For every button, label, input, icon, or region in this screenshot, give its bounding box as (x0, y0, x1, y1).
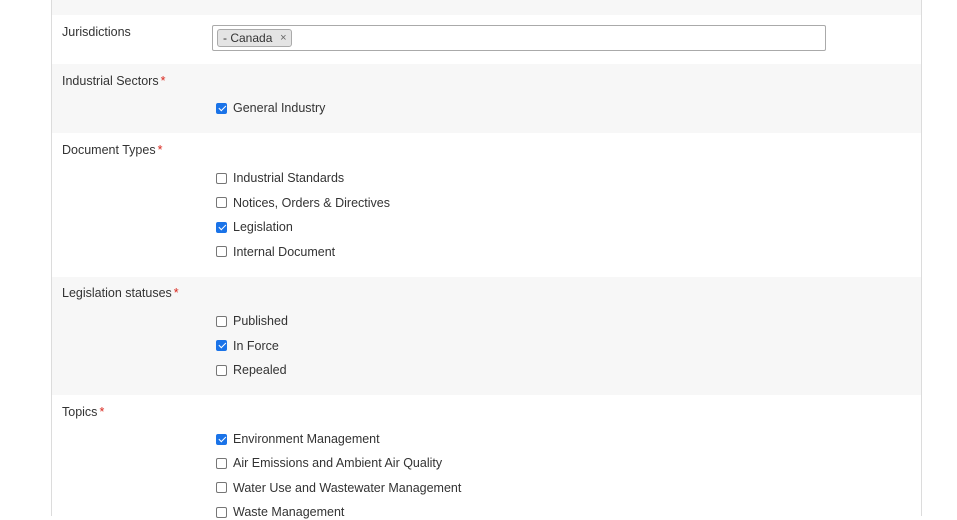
remove-tag-icon[interactable]: × (278, 33, 288, 44)
checkbox-label: Industrial Standards (233, 171, 345, 185)
legislation-statuses-label: Legislation statuses * (62, 286, 179, 300)
required-marker: * (160, 74, 166, 88)
checkbox-label: Internal Document (233, 244, 336, 259)
checkbox[interactable] (216, 315, 227, 327)
jurisdictions-select[interactable]: - Canada × (212, 25, 826, 51)
industrial-sectors-row: Industrial Sectors * General Industry (52, 64, 921, 133)
checkbox-label: Environment Management (233, 432, 380, 446)
industrial-sectors-label: Industrial Sectors * (62, 74, 166, 88)
checkbox-option[interactable]: Published (216, 313, 288, 329)
checkbox-option[interactable]: Air Emissions and Ambient Air Quality (216, 455, 442, 471)
checkbox-label: Repealed (233, 363, 287, 378)
checkbox-option[interactable]: Waste Management (216, 504, 344, 520)
checkbox-label: Water Use and Wastewater Management (233, 480, 462, 495)
checkbox[interactable] (216, 457, 227, 469)
checkbox-option[interactable]: Environment Management (216, 431, 380, 447)
checkbox-label: Published (233, 314, 288, 328)
checkbox-label: Notices, Orders & Directives (233, 195, 390, 210)
document-filter-form: Jurisdictions - Canada × Industrial Sect… (51, 0, 922, 519)
checkbox-label: In Force (233, 338, 279, 353)
checkbox[interactable] (216, 172, 227, 184)
checkbox-label: Waste Management (233, 505, 345, 520)
checkbox[interactable] (216, 221, 227, 233)
required-marker: * (173, 286, 179, 300)
jurisdictions-row: Jurisdictions - Canada × (52, 15, 921, 64)
document-types-row: Document Types * Industrial Standards Noti… (52, 133, 921, 277)
topics-label: Topics * (62, 405, 105, 419)
checkbox[interactable] (216, 364, 227, 376)
checkbox-option[interactable]: Legislation (216, 219, 293, 235)
jurisdictions-label: Jurisdictions (62, 25, 131, 39)
legislation-statuses-row: Legislation statuses * Published In Force R… (52, 277, 921, 395)
checkbox[interactable] (216, 482, 227, 494)
checkbox-option[interactable]: In Force (216, 338, 279, 354)
checkbox[interactable] (216, 433, 227, 445)
jurisdiction-tag: - Canada × (217, 29, 293, 47)
jurisdiction-tag-label: - Canada (223, 31, 273, 45)
required-marker: * (157, 143, 163, 157)
checkbox-label: General Industry (233, 101, 326, 115)
checkbox-option[interactable]: General Industry (216, 100, 325, 116)
previous-row (52, 0, 921, 15)
checkbox-option[interactable]: Notices, Orders & Directives (216, 195, 390, 211)
checkbox[interactable] (216, 102, 227, 114)
checkbox-label: Legislation (233, 220, 293, 235)
checkbox[interactable] (216, 506, 227, 518)
checkbox-option[interactable]: Water Use and Wastewater Management (216, 480, 461, 496)
topics-row: Topics * Environment Management Air Emissi… (52, 395, 921, 519)
checkbox-option[interactable]: Repealed (216, 362, 287, 378)
checkbox[interactable] (216, 340, 227, 352)
checkbox-option[interactable]: Internal Document (216, 244, 335, 260)
required-marker: * (99, 405, 105, 419)
checkbox[interactable] (216, 246, 227, 258)
checkbox[interactable] (216, 197, 227, 209)
document-types-label: Document Types * (62, 143, 163, 157)
checkbox-label: Air Emissions and Ambient Air Quality (233, 456, 443, 471)
checkbox-option[interactable]: Industrial Standards (216, 170, 344, 186)
